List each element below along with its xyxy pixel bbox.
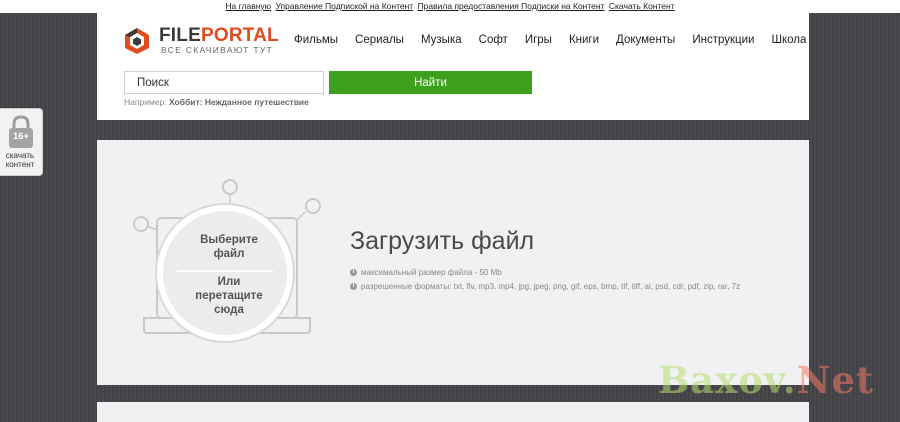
nav-item-games[interactable]: Игры — [525, 34, 552, 46]
nav-item-documents[interactable]: Документы — [616, 34, 675, 46]
info-icon: i — [350, 283, 357, 290]
age-rating-badge[interactable]: 16+ скачать контент — [0, 108, 43, 176]
watermark: Baxov.Net — [658, 358, 874, 402]
search-input[interactable] — [124, 71, 324, 94]
download-content-link[interactable]: Скачать Контент — [609, 1, 675, 11]
nav-item-instructions[interactable]: Инструкции — [692, 34, 754, 46]
choose-file-button[interactable]: Выберите файл — [179, 233, 279, 261]
watermark-part2: Net — [796, 358, 875, 402]
nav-item-software[interactable]: Софт — [479, 34, 508, 46]
formats-text: разрешенные форматы: txt, flv, mp3, mp4,… — [361, 282, 741, 291]
drag-drop-zone[interactable]: Или перетащите сюда — [179, 275, 279, 317]
search-example-prefix: Например: — [124, 97, 167, 107]
age-badge-label-line1: скачать — [5, 151, 35, 160]
formats-info: i разрешенные форматы: txt, flv, mp3, mp… — [350, 282, 740, 291]
max-size-text: максимальный размер файла - 50 Mb — [361, 268, 502, 277]
info-icon: i — [350, 269, 357, 276]
logo-title-part1: FILE — [159, 25, 201, 46]
age-badge-label: скачать контент — [0, 151, 40, 169]
nav-item-school[interactable]: Школа — [771, 34, 806, 46]
age-rating-text: 16+ — [12, 131, 30, 142]
search-button[interactable]: Найти — [329, 71, 532, 94]
nav-item-books[interactable]: Книги — [569, 34, 599, 46]
manage-subscription-link[interactable]: Управление Подпиской на Контент — [275, 1, 413, 11]
drag-drop-line2: перетащите — [195, 290, 263, 302]
home-link[interactable]: На главную — [225, 1, 271, 11]
drag-drop-line3: сюда — [214, 304, 244, 316]
site-header: FILEPORTAL ВСЕ СКАЧИВАЮТ ТУТ Фильмы Сери… — [97, 13, 809, 120]
site-logo-title[interactable]: FILEPORTAL — [159, 26, 279, 46]
main-nav: Фильмы Сериалы Музыка Софт Игры Книги До… — [294, 34, 823, 46]
max-size-info: i максимальный размер файла - 50 Mb — [350, 268, 502, 277]
drag-drop-line1: Или — [217, 276, 241, 288]
logo-title-part2: PORTAL — [200, 25, 279, 46]
upload-title: Загрузить файл — [350, 227, 535, 255]
search-example-link[interactable]: Хоббит: Нежданное путешествие — [169, 97, 309, 107]
watermark-part1: Baxov. — [658, 358, 797, 402]
logo-icon[interactable] — [124, 27, 150, 55]
choose-file-line1: Выберите — [200, 234, 258, 246]
nav-item-films[interactable]: Фильмы — [294, 34, 338, 46]
logo-tagline: ВСЕ СКАЧИВАЮТ ТУТ — [161, 45, 274, 55]
subscription-rules-link[interactable]: Правила предоставления Подписки на Конте… — [418, 1, 605, 11]
nav-item-series[interactable]: Сериалы — [355, 34, 404, 46]
bottom-panel — [97, 402, 809, 422]
top-links-bar: На главную Управление Подпиской на Конте… — [0, 0, 900, 13]
laptop-illustration — [133, 179, 321, 343]
nav-item-music[interactable]: Музыка — [421, 34, 462, 46]
choose-file-line2: файл — [213, 248, 245, 260]
age-badge-label-line2: контент — [5, 160, 35, 169]
upload-panel: Выберите файл Или перетащите сюда Загруз… — [97, 140, 809, 385]
search-example: Например: Хоббит: Нежданное путешествие — [124, 97, 309, 107]
